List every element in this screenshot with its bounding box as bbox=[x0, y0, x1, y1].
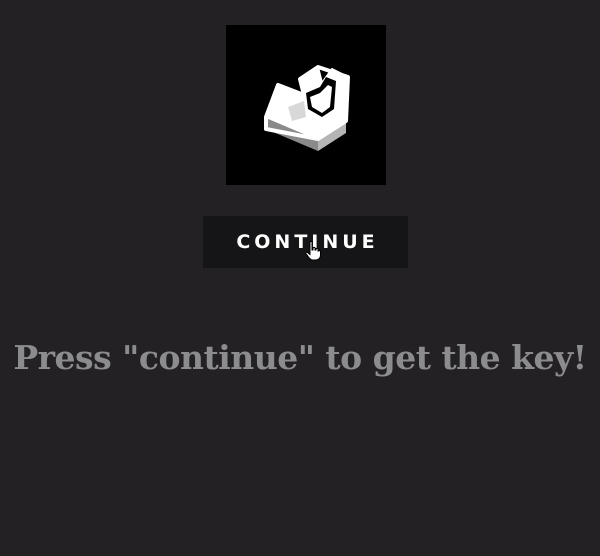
instruction-message: Press "continue" to get the key! bbox=[13, 338, 587, 377]
continue-button[interactable]: CONTINUE bbox=[203, 216, 408, 268]
y-block-logo-icon bbox=[264, 65, 350, 151]
continue-button-label: CONTINUE bbox=[236, 231, 379, 253]
logo-tile bbox=[226, 25, 386, 185]
